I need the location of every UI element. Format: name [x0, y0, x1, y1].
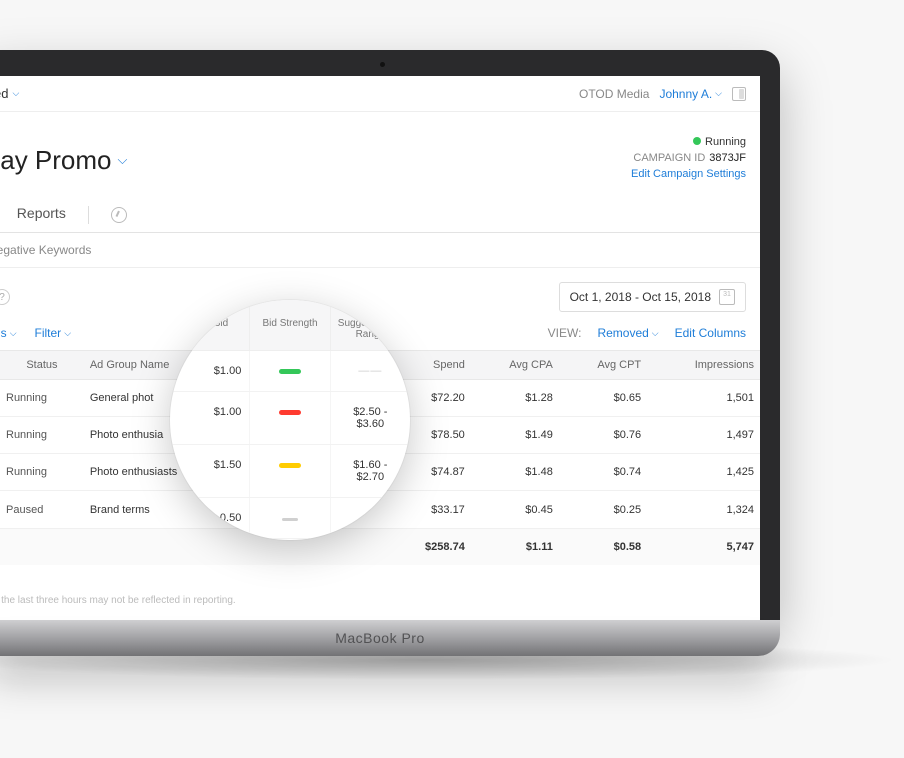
help-icon[interactable]: ?: [0, 289, 10, 305]
status-badge: Running: [631, 136, 746, 148]
mode-label: ed: [0, 86, 8, 101]
strength-bar-green: [279, 369, 301, 374]
campaign-title-dropdown[interactable]: iday Promo ⌵: [0, 136, 127, 184]
strength-bar-red: [279, 410, 301, 415]
magnifier-lens: CPT Bid Bid Strength Suggested Bid Range…: [170, 300, 410, 540]
user-name: Johnny A.: [659, 87, 712, 101]
org-name: OTOD Media: [579, 87, 649, 101]
separator: [88, 206, 89, 224]
edit-campaign-link[interactable]: Edit Campaign Settings: [631, 168, 746, 180]
chevron-down-icon: ⌵: [118, 152, 128, 168]
mode-dropdown[interactable]: ed ⌵: [0, 86, 19, 101]
edit-columns-link[interactable]: Edit Columns: [675, 326, 746, 340]
chevron-down-icon: ⌵: [715, 88, 722, 99]
mag-col-strength: Bid Strength: [250, 300, 330, 350]
date-range-picker[interactable]: Oct 1, 2018 - Oct 15, 2018: [559, 282, 746, 312]
subtab-negative-keywords[interactable]: Negative Keywords: [0, 233, 760, 268]
chevron-down-icon: ⌵: [12, 88, 19, 99]
panel-icon[interactable]: [732, 87, 746, 101]
col-avgcpa[interactable]: Avg CPA: [471, 351, 559, 380]
magnifier-row: $1.00——: [170, 351, 410, 392]
footnote: ithin the last three hours may not be re…: [0, 565, 760, 606]
date-range-text: Oct 1, 2018 - Oct 15, 2018: [570, 290, 711, 304]
campaign-id: CAMPAIGN ID3873JF: [631, 152, 746, 164]
history-icon[interactable]: [111, 207, 127, 223]
tab-reports[interactable]: Reports: [17, 199, 66, 231]
col-status[interactable]: Status: [0, 351, 84, 380]
view-dropdown[interactable]: Removed ⌵: [597, 326, 658, 340]
magnifier-row: $1.00$2.50 - $3.60: [170, 392, 410, 445]
col-impressions[interactable]: Impressions: [647, 351, 760, 380]
laptop-base: MacBook Pro: [0, 620, 780, 656]
magnifier-row: $1.50$1.60 - $2.70: [170, 445, 410, 498]
strength-bar-yellow: [279, 463, 301, 468]
campaign-title: iday Promo: [0, 145, 112, 176]
total-avgcpt: $0.58: [559, 529, 647, 566]
user-menu[interactable]: Johnny A. ⌵: [659, 87, 722, 101]
col-avgcpt[interactable]: Avg CPT: [559, 351, 647, 380]
calendar-icon: [719, 289, 735, 305]
total-impressions: 5,747: [647, 529, 760, 566]
total-spend: $258.74: [389, 529, 471, 566]
topbar: ed ⌵ OTOD Media Johnny A. ⌵: [0, 76, 760, 112]
view-label: VIEW:: [548, 326, 582, 340]
laptop-brand: MacBook Pro: [335, 630, 425, 646]
actions-dropdown[interactable]: ns ⌵: [0, 326, 17, 340]
total-avgcpa: $1.11: [471, 529, 559, 566]
camera-dot: [380, 62, 385, 67]
filter-dropdown[interactable]: Filter ⌵: [35, 326, 72, 340]
